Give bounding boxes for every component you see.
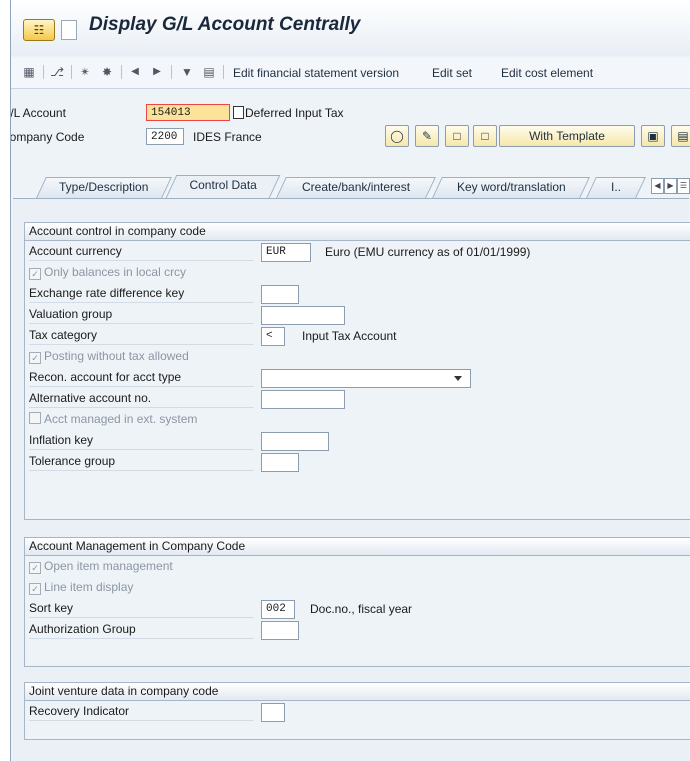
acct-managed-checkbox: Acct managed in ext. system bbox=[29, 411, 254, 428]
group-account-control: Account control in company code Account … bbox=[24, 222, 690, 520]
tab-scroll-right-icon[interactable]: ▶ bbox=[664, 178, 677, 194]
company-code-input[interactable]: 2200 bbox=[146, 128, 184, 145]
tab-information[interactable]: I.. bbox=[586, 177, 646, 198]
tolerance-group-label: Tolerance group bbox=[29, 453, 254, 471]
edit-set-button[interactable]: Edit set bbox=[432, 66, 472, 80]
inflation-key-label: Inflation key bbox=[29, 432, 254, 450]
display-icon[interactable]: ✴ bbox=[77, 64, 93, 80]
checkbox-icon: ✓ bbox=[29, 268, 41, 280]
valuation-group-input[interactable] bbox=[261, 306, 345, 325]
group-joint-venture: Joint venture data in company code Recov… bbox=[24, 682, 690, 740]
tab-create-bank-interest[interactable]: Create/bank/interest bbox=[276, 177, 436, 198]
document-icon[interactable]: ▤ bbox=[201, 64, 217, 80]
previous-icon[interactable]: ◀ bbox=[127, 64, 143, 80]
gl-account-input[interactable]: 154013 bbox=[146, 104, 230, 121]
group-title: Account control in company code bbox=[25, 223, 690, 241]
delete-icon[interactable]: ▤ bbox=[671, 125, 690, 147]
authorization-group-label: Authorization Group bbox=[29, 621, 254, 639]
filter-icon[interactable]: ▼ bbox=[179, 64, 195, 80]
account-currency-description: Euro (EMU currency as of 01/01/1999) bbox=[325, 245, 531, 259]
other-object-icon[interactable]: ⎇ bbox=[49, 64, 65, 80]
authorization-group-input[interactable] bbox=[261, 621, 299, 640]
sap-window: ☷ Display G/L Account Centrally ▦ ⎇ ✴ ✸ … bbox=[10, 0, 690, 761]
page-title: Display G/L Account Centrally bbox=[89, 14, 361, 35]
account-currency-input[interactable]: EUR bbox=[261, 243, 311, 262]
application-toolbar: ▦ ⎇ ✴ ✸ ◀ ▶ ▼ ▤ Edit financial statement… bbox=[11, 58, 690, 89]
posting-without-tax-checkbox: ✓ Posting without tax allowed bbox=[29, 348, 254, 365]
only-balances-checkbox: ✓ Only balances in local crcy bbox=[29, 264, 254, 281]
edit-fs-version-button[interactable]: Edit financial statement version bbox=[233, 66, 399, 80]
inflation-key-input[interactable] bbox=[261, 432, 329, 451]
tab-list-icon[interactable]: ☰ bbox=[677, 178, 690, 194]
tab-scroll-left-icon[interactable]: ◀ bbox=[651, 178, 664, 194]
menu-icon[interactable]: ☷ bbox=[23, 19, 55, 41]
alternative-account-input[interactable] bbox=[261, 390, 345, 409]
template-doc-icon[interactable]: □ bbox=[473, 125, 497, 147]
checkbox-icon: ✓ bbox=[29, 562, 41, 574]
lock-icon[interactable]: ▣ bbox=[641, 125, 665, 147]
valuation-group-label: Valuation group bbox=[29, 306, 254, 324]
recovery-indicator-input[interactable] bbox=[261, 703, 285, 722]
create-icon[interactable]: □ bbox=[445, 125, 469, 147]
checkbox-icon bbox=[29, 412, 41, 424]
tab-control-data[interactable]: Control Data bbox=[165, 175, 281, 198]
line-item-checkbox: ✓ Line item display bbox=[29, 579, 254, 596]
chevron-down-icon[interactable] bbox=[454, 376, 462, 381]
exchange-rate-label: Exchange rate difference key bbox=[29, 285, 254, 303]
open-item-checkbox: ✓ Open item management bbox=[29, 558, 254, 575]
edit-cost-element-button[interactable]: Edit cost element bbox=[501, 66, 593, 80]
group-account-management: Account Management in Company Code ✓ Open… bbox=[24, 537, 690, 667]
exchange-rate-input[interactable] bbox=[261, 285, 299, 304]
gl-account-label: G/L Account bbox=[10, 106, 66, 120]
tax-category-description: Input Tax Account bbox=[302, 329, 397, 343]
change-icon[interactable]: ✸ bbox=[99, 64, 115, 80]
company-code-label: Company Code bbox=[10, 130, 85, 144]
next-icon[interactable]: ▶ bbox=[149, 64, 165, 80]
pencil-icon[interactable]: ✎ bbox=[415, 125, 439, 147]
hierarchy-icon[interactable]: ▦ bbox=[21, 64, 37, 80]
recon-account-dropdown[interactable] bbox=[261, 369, 471, 388]
account-currency-label: Account currency bbox=[29, 243, 254, 261]
company-code-description: IDES France bbox=[193, 130, 262, 144]
sort-key-label: Sort key bbox=[29, 600, 254, 618]
group-title: Account Management in Company Code bbox=[25, 538, 690, 556]
tax-category-input[interactable]: < bbox=[261, 327, 285, 346]
recon-account-label: Recon. account for acct type bbox=[29, 369, 254, 387]
recovery-indicator-label: Recovery Indicator bbox=[29, 703, 254, 721]
with-template-button[interactable]: With Template bbox=[499, 125, 635, 147]
gl-account-description: Deferred Input Tax bbox=[245, 106, 344, 120]
checkbox-icon: ✓ bbox=[29, 352, 41, 364]
tolerance-group-input[interactable] bbox=[261, 453, 299, 472]
group-title: Joint venture data in company code bbox=[25, 683, 690, 701]
title-bar: ☷ Display G/L Account Centrally bbox=[11, 0, 690, 56]
alternative-account-label: Alternative account no. bbox=[29, 390, 254, 408]
tab-key-word-translation[interactable]: Key word/translation bbox=[432, 177, 590, 198]
tax-category-label: Tax category bbox=[29, 327, 254, 345]
tab-strip: Type/Description Control Data Create/ban… bbox=[11, 174, 690, 198]
sort-key-input[interactable]: 002 bbox=[261, 600, 295, 619]
layout-icon[interactable] bbox=[61, 20, 77, 40]
copy-icon[interactable] bbox=[233, 106, 244, 119]
checkbox-icon: ✓ bbox=[29, 583, 41, 595]
tab-type-description[interactable]: Type/Description bbox=[36, 177, 172, 198]
glasses-icon[interactable]: ◯ bbox=[385, 125, 409, 147]
sort-key-description: Doc.no., fiscal year bbox=[310, 602, 413, 616]
